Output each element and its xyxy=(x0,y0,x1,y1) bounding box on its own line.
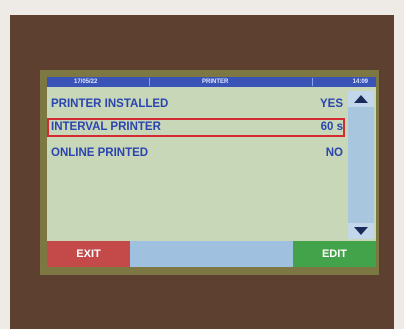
edit-button[interactable]: EDIT xyxy=(293,241,376,267)
item-value: YES xyxy=(319,98,343,110)
list-item-interval-printer[interactable]: INTERVAL PRINTER 60 s xyxy=(47,118,345,137)
header-divider xyxy=(312,78,313,86)
header-date: 17/05/22 xyxy=(74,79,98,85)
item-value: 60 s xyxy=(320,121,343,133)
item-label: PRINTER INSTALLED xyxy=(51,98,169,110)
header-time: 14:09 xyxy=(352,79,368,85)
header-bar: 17/05/22 PRINTER 14:09 xyxy=(47,77,376,87)
triangle-up-icon xyxy=(354,95,368,103)
scroll-up-button[interactable] xyxy=(348,91,374,107)
scrollbar[interactable] xyxy=(348,91,374,239)
touch-screen: 17/05/22 PRINTER 14:09 PRINTER INSTALLED… xyxy=(47,77,376,267)
exit-button[interactable]: EXIT xyxy=(47,241,130,267)
item-label: ONLINE PRINTED xyxy=(51,147,149,159)
triangle-down-icon xyxy=(354,227,368,235)
item-label: INTERVAL PRINTER xyxy=(51,121,161,133)
list-item-printer-installed[interactable]: PRINTER INSTALLED YES xyxy=(47,95,345,114)
scroll-down-button[interactable] xyxy=(348,223,374,239)
footer-bar: EXIT EDIT xyxy=(47,241,376,267)
item-value: NO xyxy=(325,147,343,159)
settings-list: PRINTER INSTALLED YES INTERVAL PRINTER 6… xyxy=(47,87,345,241)
list-item-online-printed[interactable]: ONLINE PRINTED NO xyxy=(47,144,345,163)
header-divider xyxy=(149,78,150,86)
header-title: PRINTER xyxy=(202,79,229,85)
